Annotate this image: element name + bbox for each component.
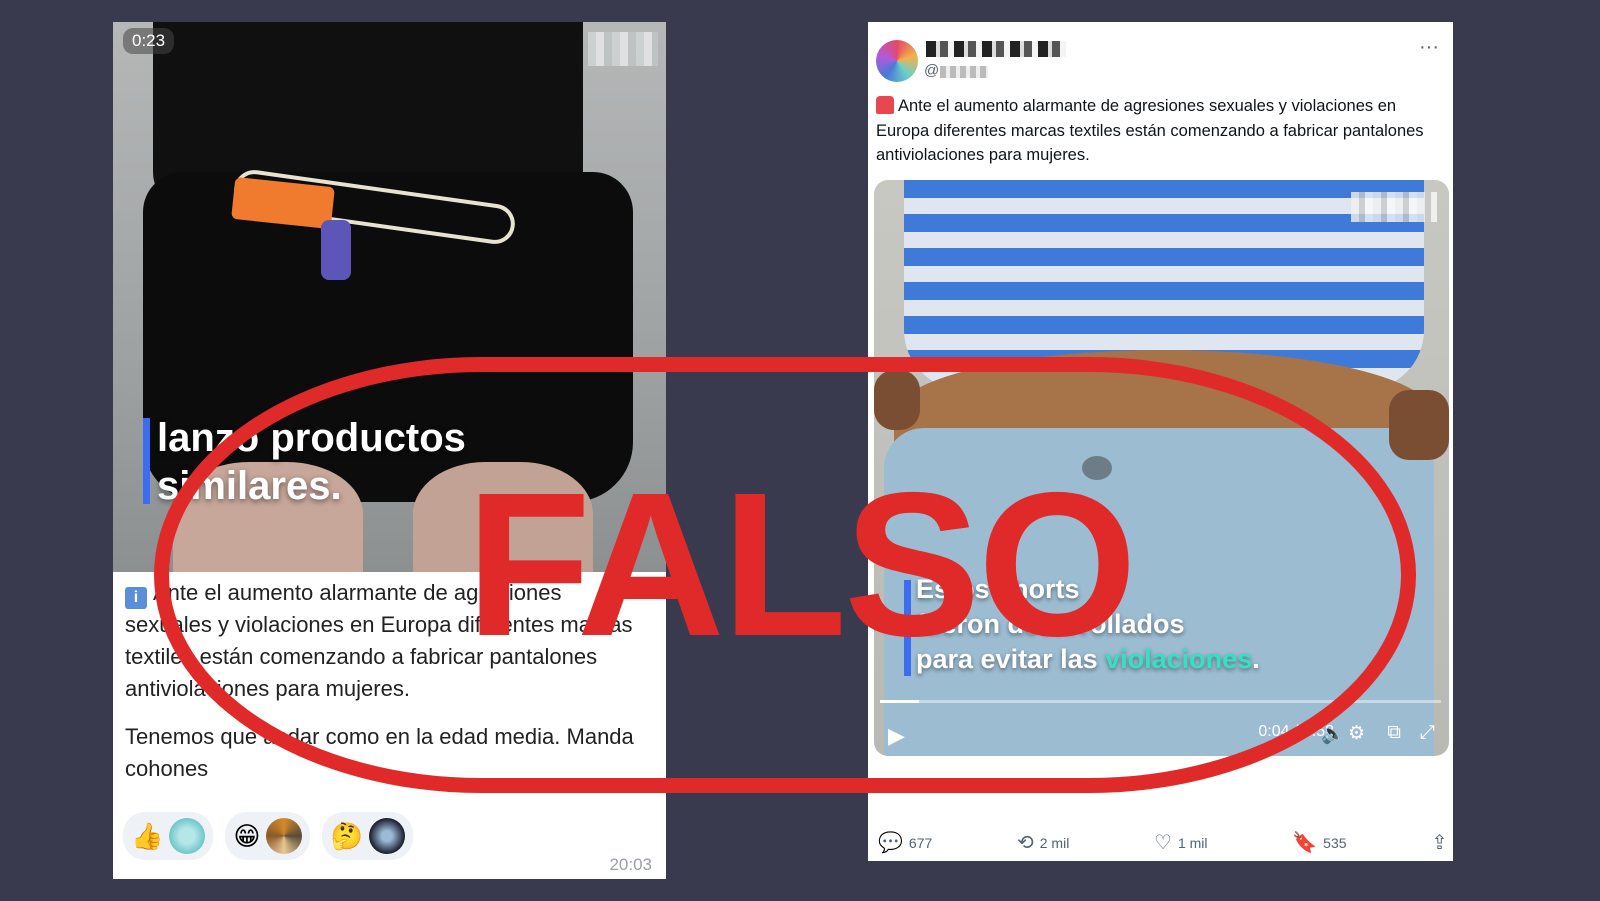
tweet-actions: 💬 677 ⟲ 2 mil ♡ 1 mil 🔖 535 ⇪ xyxy=(878,830,1448,855)
reactor-avatar xyxy=(368,818,405,854)
settings-icon[interactable]: ⚙ xyxy=(1348,722,1365,745)
repost-count: 2 mil xyxy=(1039,834,1070,851)
reply-icon: 💬 xyxy=(878,832,903,854)
share-button[interactable]: ⇪ xyxy=(1431,830,1448,855)
pixelated-watermark xyxy=(588,32,658,66)
bookmark-count: 535 xyxy=(1323,834,1347,851)
bookmark-button[interactable]: 🔖 535 xyxy=(1292,830,1346,855)
blurred-display-name xyxy=(926,41,1066,57)
avatar[interactable] xyxy=(876,40,918,82)
repost-icon: ⟲ xyxy=(1016,832,1034,854)
bookmark-icon: 🔖 xyxy=(1292,832,1318,854)
video-padlock xyxy=(321,220,351,280)
tweet-body: Ante el aumento alarmante de agresiones … xyxy=(876,97,1424,164)
share-icon: ⇪ xyxy=(1431,832,1448,854)
video-timer: 0:23 xyxy=(123,28,175,54)
more-options-icon[interactable]: ··· xyxy=(1419,36,1439,59)
pixelated-watermark xyxy=(1351,192,1437,222)
tweet-text: Ante el aumento alarmante de agresiones … xyxy=(876,94,1441,168)
thumbs-up-icon: 👍 xyxy=(131,821,164,851)
reaction-thinking[interactable]: 🤔 xyxy=(322,812,413,860)
heart-icon: ♡ xyxy=(1154,832,1172,854)
reactions-bar: 👍 😁 🤔 xyxy=(123,812,413,860)
like-button[interactable]: ♡ 1 mil xyxy=(1154,830,1208,855)
grinning-face-icon: 😁 xyxy=(233,821,261,851)
reaction-thumbs-up[interactable]: 👍 xyxy=(123,812,214,860)
falso-stamp-label: FALSO xyxy=(465,450,1137,679)
message-timestamp: 20:03 xyxy=(609,855,652,874)
fullscreen-icon[interactable]: ⤢ xyxy=(1420,722,1435,744)
reply-button[interactable]: 💬 677 xyxy=(878,830,932,855)
reply-count: 677 xyxy=(908,834,933,851)
mini-player-icon[interactable]: ⧉ xyxy=(1387,722,1401,744)
video-hand-right xyxy=(1389,390,1449,460)
like-count: 1 mil xyxy=(1177,834,1208,851)
thinking-face-icon: 🤔 xyxy=(330,821,363,851)
blurred-handle xyxy=(940,66,988,78)
reaction-grinning[interactable]: 😁 xyxy=(225,812,311,860)
reactor-avatar xyxy=(169,818,206,854)
repost-button[interactable]: ⟲ 2 mil xyxy=(1017,830,1069,855)
reactor-avatar xyxy=(266,818,303,854)
siren-icon xyxy=(876,96,894,114)
handle-prefix: @ xyxy=(924,62,940,79)
